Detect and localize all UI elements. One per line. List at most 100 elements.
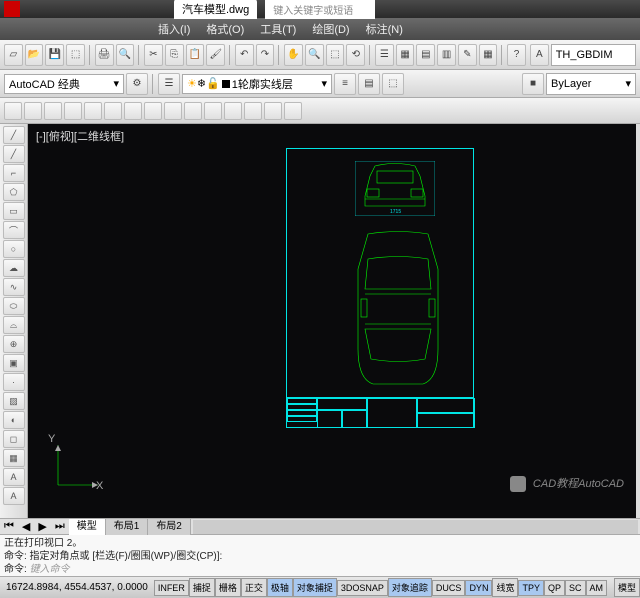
status-qp[interactable]: QP [544, 580, 565, 596]
status-osnap[interactable]: 对象捕捉 [293, 578, 337, 597]
addselected-icon[interactable]: A [3, 487, 25, 505]
coordinates[interactable]: 16724.8984, 4554.4537, 0.0000 [0, 582, 154, 593]
line-icon[interactable]: ╱ [3, 126, 25, 144]
props-icon[interactable]: ☰ [375, 44, 394, 66]
hscrollbar[interactable] [193, 520, 638, 534]
layer-dropdown[interactable]: ☀❄🔓 1轮廓实线层▾ [182, 74, 332, 94]
status-ortho[interactable]: 正交 [241, 578, 267, 597]
table-icon[interactable]: ▦ [3, 449, 25, 467]
new-icon[interactable]: ▱ [4, 44, 23, 66]
calc-icon[interactable]: ▦ [479, 44, 498, 66]
paste-icon[interactable]: 📋 [186, 44, 205, 66]
status-lwt[interactable]: 线宽 [492, 578, 518, 597]
redo-icon[interactable]: ↷ [256, 44, 275, 66]
ellipsearc-icon[interactable]: ⌓ [3, 316, 25, 334]
ellipse-icon[interactable]: ⬭ [3, 297, 25, 315]
snap-quadrant-icon[interactable] [84, 102, 102, 120]
tab-model[interactable]: 模型 [69, 519, 106, 535]
snap-midpoint-icon[interactable] [24, 102, 42, 120]
pan-icon[interactable]: ✋ [284, 44, 303, 66]
snap-nearest-icon[interactable] [204, 102, 222, 120]
viewport-label[interactable]: [-][俯视][二维线框] [36, 128, 124, 144]
insert-icon[interactable]: ⊕ [3, 335, 25, 353]
snap-intersect-icon[interactable] [104, 102, 122, 120]
open-icon[interactable]: 📂 [25, 44, 44, 66]
menu-insert[interactable]: 插入(I) [150, 21, 198, 37]
file-tab[interactable]: 汽车模型.dwg [174, 0, 257, 19]
layer-iso-icon[interactable]: ⬚ [382, 73, 404, 95]
xline-icon[interactable]: ╱ [3, 145, 25, 163]
gradient-icon[interactable]: ◐ [3, 411, 25, 429]
tab-layout2[interactable]: 布局2 [148, 519, 191, 535]
snap-appint-icon[interactable] [224, 102, 242, 120]
zoom-icon[interactable]: 🔍 [305, 44, 324, 66]
cut-icon[interactable]: ✂ [144, 44, 163, 66]
layer-props-icon[interactable]: ☰ [158, 73, 180, 95]
spline-icon[interactable]: ∿ [3, 278, 25, 296]
drawing-canvas[interactable]: [-][俯视][二维线框] 1715 [28, 124, 636, 518]
status-dyn[interactable]: DYN [465, 580, 492, 596]
status-snap[interactable]: 捕捉 [189, 578, 215, 597]
snap-perp-icon[interactable] [164, 102, 182, 120]
hatch-icon[interactable]: ▨ [3, 392, 25, 410]
status-otrack[interactable]: 对象追踪 [388, 578, 432, 597]
tab-nav-prev-icon[interactable]: ◀ [18, 520, 34, 533]
dimstyle-dropdown[interactable]: TH_GBDIM [551, 44, 636, 66]
snap-none-icon[interactable] [264, 102, 282, 120]
ws-settings-icon[interactable]: ⚙ [126, 73, 148, 95]
preview-icon[interactable]: 🔍 [116, 44, 135, 66]
pline-icon[interactable]: ⌐ [3, 164, 25, 182]
markup-icon[interactable]: ✎ [458, 44, 477, 66]
command-line[interactable]: 正在打印视口 2。 命令: 指定对角点或 [栏选(F)/圈围(WP)/圈交(CP… [0, 534, 640, 576]
status-tpy[interactable]: TPY [518, 580, 544, 596]
status-polar[interactable]: 极轴 [267, 578, 293, 597]
status-sc[interactable]: SC [565, 580, 586, 596]
help-icon[interactable]: ? [507, 44, 526, 66]
menu-tools[interactable]: 工具(T) [252, 21, 304, 37]
snap-extension-icon[interactable] [124, 102, 142, 120]
color-icon[interactable]: ■ [522, 73, 544, 95]
rectangle-icon[interactable]: ▭ [3, 202, 25, 220]
ssm-icon[interactable]: ▥ [437, 44, 456, 66]
polygon-icon[interactable]: ⬠ [3, 183, 25, 201]
save-icon[interactable]: 💾 [45, 44, 64, 66]
plot-icon[interactable]: 🖨 [95, 44, 114, 66]
tab-layout1[interactable]: 布局1 [106, 519, 149, 535]
circle-icon[interactable]: ○ [3, 240, 25, 258]
search-input[interactable]: 键入关键字或短语 [265, 0, 375, 19]
snap-node-icon[interactable] [64, 102, 82, 120]
tab-nav-last-icon[interactable]: ⏭ [51, 520, 69, 533]
undo-icon[interactable]: ↶ [235, 44, 254, 66]
workspace-dropdown[interactable]: AutoCAD 经典▾ [4, 74, 124, 94]
layer-state-icon[interactable]: ▤ [358, 73, 380, 95]
snap-center-icon[interactable] [44, 102, 62, 120]
status-3dosnap[interactable]: 3DOSNAP [337, 580, 388, 596]
menu-draw[interactable]: 绘图(D) [304, 21, 357, 37]
match-icon[interactable]: 🖌 [206, 44, 225, 66]
block-icon[interactable]: ▣ [3, 354, 25, 372]
menu-annotate[interactable]: 标注(N) [358, 21, 411, 37]
snap-tangent-icon[interactable] [184, 102, 202, 120]
zoomwin-icon[interactable]: ⬚ [326, 44, 345, 66]
point-icon[interactable]: · [3, 373, 25, 391]
layer-prev-icon[interactable]: ≡ [334, 73, 356, 95]
status-infer[interactable]: INFER [154, 580, 189, 596]
arc-icon[interactable]: ⌒ [3, 221, 25, 239]
dimstyle-icon[interactable]: A [530, 44, 549, 66]
mtext-icon[interactable]: A [3, 468, 25, 486]
region-icon[interactable]: ◻ [3, 430, 25, 448]
snap-endpoint-icon[interactable] [4, 102, 22, 120]
tab-nav-first-icon[interactable]: ⏮ [0, 520, 18, 533]
zoomprev-icon[interactable]: ⟲ [346, 44, 365, 66]
bylayer-dropdown[interactable]: ByLayer▾ [546, 73, 636, 95]
status-modelspace[interactable]: 模型 [614, 578, 640, 597]
snap-parallel-icon[interactable] [244, 102, 262, 120]
revcloud-icon[interactable]: ☁ [3, 259, 25, 277]
snap-settings-icon[interactable] [284, 102, 302, 120]
status-grid[interactable]: 栅格 [215, 578, 241, 597]
tp-icon[interactable]: ▤ [416, 44, 435, 66]
status-ducs[interactable]: DUCS [432, 580, 466, 596]
snap-insert-icon[interactable] [144, 102, 162, 120]
copy-icon[interactable]: ⎘ [165, 44, 184, 66]
tab-nav-next-icon[interactable]: ▶ [34, 520, 50, 533]
